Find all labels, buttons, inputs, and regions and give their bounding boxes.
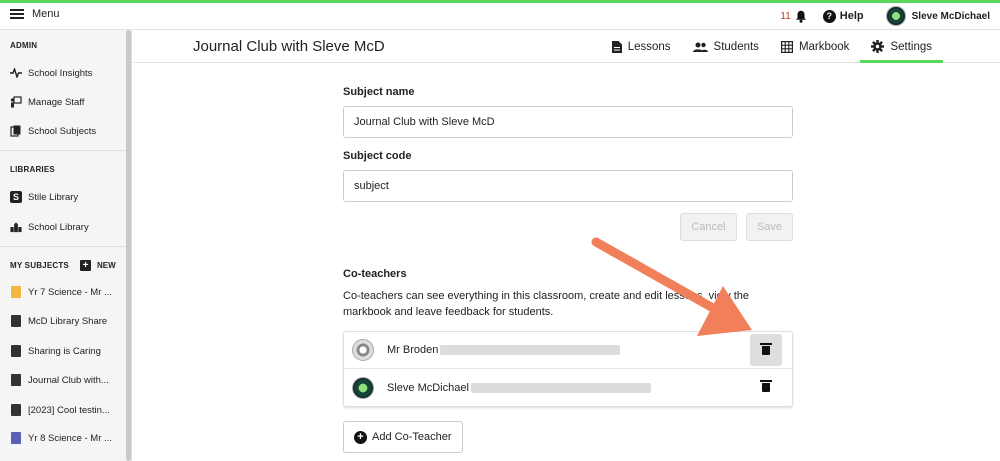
coteacher-name: Mr Broden	[387, 344, 439, 356]
list-item: Mr Broden	[344, 332, 792, 369]
sidebar-item-label: [2023] Cool testin...	[28, 404, 110, 416]
admin-heading: ADMIN	[10, 41, 38, 50]
tab-label: Students	[713, 40, 759, 53]
sidebar-item-school-library[interactable]: School Library	[10, 217, 89, 237]
sidebar-item-subject[interactable]: [2023] Cool testin...	[10, 400, 110, 420]
sidebar-item-school-insights[interactable]: School Insights	[10, 63, 92, 83]
bell-icon[interactable]	[795, 10, 807, 23]
coteacher-name: Sleve McDichael	[387, 381, 469, 394]
sidebar-item-subject[interactable]: Sharing is Caring	[10, 341, 101, 361]
subject-tabs: Lessons Students Markbook Settings	[601, 30, 943, 63]
sidebar-item-subject[interactable]: McD Library Share	[10, 311, 107, 331]
remove-coteacher-button[interactable]	[750, 371, 782, 403]
new-subject-button[interactable]: + NEW	[80, 260, 116, 271]
sidebar-item-label: Manage Staff	[28, 96, 85, 108]
book-icon	[11, 345, 21, 357]
sidebar-item-subject[interactable]: Yr 8 Science - Mr ...	[10, 428, 112, 448]
stile-s-icon: S	[10, 191, 22, 203]
sidebar-item-label: Sharing is Caring	[28, 345, 101, 357]
book-icon	[11, 432, 21, 444]
menu-label: Menu	[32, 8, 60, 20]
sidebar-divider	[0, 246, 126, 247]
tab-lessons[interactable]: Lessons	[601, 30, 682, 63]
page-title: Journal Club with Sleve McD	[193, 38, 385, 55]
sidebar-item-manage-staff[interactable]: Manage Staff	[10, 92, 84, 112]
redacted-email	[440, 345, 621, 355]
sidebar-item-school-subjects[interactable]: School Subjects	[10, 121, 96, 141]
book-icon	[11, 286, 21, 298]
sidebar-item-label: McD Library Share	[28, 315, 108, 327]
save-button[interactable]: Save	[746, 213, 793, 241]
hamburger-icon	[10, 9, 24, 19]
sidebar-item-subject[interactable]: Journal Club with...	[10, 370, 109, 390]
redacted-email	[470, 382, 651, 393]
sidebar-item-label: Yr 7 Science - Mr ...	[28, 286, 112, 298]
subject-code-label: Subject code	[343, 150, 412, 162]
document-icon	[611, 40, 622, 53]
subject-name-input[interactable]	[343, 106, 793, 138]
sidebar: ADMIN School Insights Manage Staff Schoo…	[0, 30, 132, 461]
cancel-button[interactable]: Cancel	[680, 213, 737, 241]
book-icon	[11, 404, 21, 416]
help-icon: ?	[822, 9, 836, 23]
list-item: Sleve McDichael	[344, 369, 792, 406]
subject-header: Journal Club with Sleve McD Lessons Stud…	[133, 30, 1000, 63]
plus-circle-icon: +	[354, 430, 367, 444]
tab-students[interactable]: Students	[682, 30, 770, 63]
sidebar-item-subject[interactable]: Yr 7 Science - Mr ...	[10, 282, 112, 302]
notification-count[interactable]: 11	[780, 11, 790, 22]
activity-icon	[10, 67, 22, 79]
sidebar-item-label: School Insights	[28, 67, 93, 79]
avatar	[885, 6, 906, 26]
sidebar-item-label: School Library	[28, 221, 89, 233]
menu-button[interactable]: Menu	[10, 8, 60, 20]
libraries-heading: LIBRARIES	[10, 165, 55, 174]
add-coteacher-button[interactable]: + Add Co-Teacher	[343, 421, 463, 453]
tab-label: Lessons	[627, 40, 671, 53]
my-subjects-heading: MY SUBJECTS	[10, 261, 69, 270]
sidebar-item-label: Stile Library	[28, 191, 79, 203]
avatar	[352, 376, 374, 399]
top-bar: Menu 11 ? Help Sleve McDichael	[0, 0, 1000, 30]
sidebar-item-label: Journal Club with...	[28, 374, 109, 386]
book-icon	[11, 315, 21, 327]
subject-name-label: Subject name	[343, 86, 415, 98]
add-coteacher-label: Add Co-Teacher	[372, 431, 452, 443]
tab-label: Settings	[890, 40, 932, 53]
tab-label: Markbook	[798, 40, 850, 53]
staff-icon	[10, 96, 22, 108]
people-icon	[692, 42, 708, 52]
trash-icon	[760, 342, 772, 355]
gear-icon	[871, 40, 885, 53]
avatar	[352, 339, 374, 361]
coteacher-list: Mr Broden Sleve McDichael	[343, 331, 793, 407]
user-menu[interactable]: Sleve McDichael	[885, 6, 990, 26]
coteachers-heading: Co-teachers	[343, 268, 407, 280]
tab-settings[interactable]: Settings	[860, 30, 943, 63]
grid-icon	[780, 40, 793, 53]
sidebar-item-stile-library[interactable]: S Stile Library	[10, 187, 78, 207]
sidebar-item-label: Yr 8 Science - Mr ...	[28, 432, 112, 444]
sidebar-divider	[0, 150, 126, 151]
remove-coteacher-button[interactable]	[750, 334, 782, 366]
user-name: Sleve McDichael	[911, 10, 990, 22]
plus-square-icon: +	[80, 260, 91, 271]
coteachers-description: Co-teachers can see everything in this c…	[343, 290, 749, 318]
sidebar-scrollbar[interactable]	[126, 30, 131, 461]
subject-code-input[interactable]	[343, 170, 793, 202]
sidebar-item-label: School Subjects	[28, 125, 97, 137]
new-label: NEW	[97, 261, 116, 270]
trash-icon	[760, 379, 772, 392]
books-icon	[10, 125, 22, 137]
school-building-icon	[10, 221, 22, 233]
book-icon	[11, 374, 21, 386]
tab-markbook[interactable]: Markbook	[770, 30, 861, 63]
help-button[interactable]: ? Help	[822, 9, 864, 23]
help-label: Help	[839, 10, 864, 22]
